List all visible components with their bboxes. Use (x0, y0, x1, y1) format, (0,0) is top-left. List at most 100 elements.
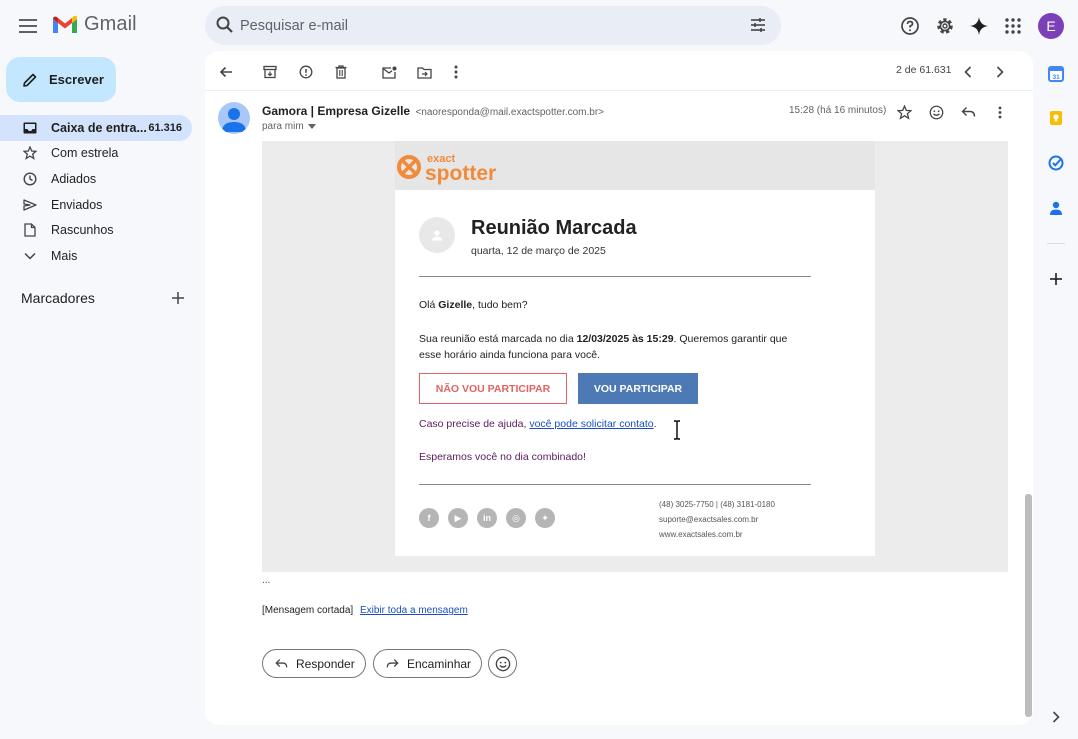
chevron-right-icon (996, 66, 1004, 78)
person-icon (432, 230, 442, 241)
reply-label: Responder (296, 656, 355, 671)
person-icon (222, 108, 246, 132)
more-actions-button[interactable] (445, 61, 467, 83)
linkedin-icon[interactable]: in (477, 508, 497, 528)
compose-button[interactable]: Escrever (6, 57, 116, 102)
inbox-icon (21, 119, 39, 137)
help-button[interactable] (897, 13, 923, 39)
back-button[interactable] (215, 61, 237, 83)
clock-icon (21, 170, 39, 188)
view-entire-message-link[interactable]: Exibir toda a mensagem (360, 605, 468, 616)
svg-text:31: 31 (1053, 74, 1061, 81)
contacts-icon (1050, 201, 1062, 215)
request-contact-link[interactable]: você pode solicitar contato (529, 418, 653, 430)
sidebar-item-sent[interactable]: Enviados (0, 192, 192, 218)
email-banner: exact spotter (395, 141, 875, 190)
tasks-app-button[interactable] (1045, 152, 1067, 174)
emoji-reaction-button[interactable] (488, 649, 517, 678)
sidebar-item-more[interactable]: Mais (0, 243, 192, 269)
youtube-icon[interactable]: ▶ (448, 508, 468, 528)
gemini-button[interactable] (966, 13, 992, 39)
send-icon (21, 196, 39, 214)
forward-footer-button[interactable]: Encaminhar (373, 649, 482, 678)
contacts-app-button[interactable] (1045, 197, 1067, 219)
sidebar-item-label: Caixa de entra... (51, 121, 147, 135)
newer-button[interactable] (957, 61, 979, 83)
get-addons-button[interactable] (1045, 268, 1067, 290)
sidebar-item-label: Com estrela (51, 146, 119, 160)
show-trimmed-content[interactable]: ... (262, 575, 270, 586)
star-icon (21, 144, 39, 162)
contact-phone: (48) 3025-7750 | (48) 3181-0180 (659, 500, 775, 509)
facebook-icon[interactable]: f (419, 508, 439, 528)
calendar-app-button[interactable]: 31 (1045, 63, 1067, 85)
pencil-icon (23, 73, 37, 87)
divider (419, 484, 811, 485)
reply-icon (275, 659, 288, 668)
message-view: 2 de 61.631 Gamora | Empresa Gizelle <na… (205, 51, 1033, 725)
chevron-left-icon (964, 66, 972, 78)
contact-website[interactable]: www.exactsales.com.br (659, 527, 775, 542)
gmail-logo[interactable]: Gmail (52, 13, 137, 36)
twitter-icon[interactable]: ✦ (535, 508, 555, 528)
report-spam-button[interactable] (295, 61, 317, 83)
greeting: Olá Gizelle, tudo bem? (419, 299, 528, 311)
meeting-title: Reunião Marcada (471, 217, 637, 239)
star-icon (896, 104, 912, 120)
settings-button[interactable] (932, 13, 958, 39)
main-menu-button[interactable] (14, 12, 42, 40)
mark-unread-icon (381, 66, 396, 79)
meeting-card: Reunião Marcada quarta, 12 de março de 2… (395, 190, 875, 556)
compose-label: Escrever (49, 72, 104, 87)
add-label-button[interactable] (170, 290, 186, 306)
instagram-icon[interactable]: ◎ (506, 508, 526, 528)
message-more-button[interactable] (990, 102, 1010, 122)
recipient-details[interactable]: para mim (262, 121, 316, 132)
search-icon[interactable] (215, 15, 235, 35)
account-avatar[interactable]: E (1038, 13, 1064, 39)
search-input[interactable] (240, 6, 720, 45)
meeting-date: quarta, 12 de março de 2025 (471, 245, 606, 257)
delete-button[interactable] (330, 61, 352, 83)
apps-button[interactable] (1000, 13, 1026, 39)
contact-avatar (419, 217, 455, 253)
reply-footer-button[interactable]: Responder (262, 649, 366, 678)
forward-label: Encaminhar (407, 656, 472, 671)
toolbar-divider (205, 90, 1033, 91)
sparkle-icon (970, 17, 988, 35)
sender-name[interactable]: Gamora | Empresa Gizelle (262, 104, 410, 118)
sidebar-item-inbox[interactable]: Caixa de entra... 61.316 (0, 115, 192, 141)
menu-icon (19, 19, 37, 33)
message-time: 15:28 (há 16 minutos) (789, 105, 887, 116)
keep-app-button[interactable] (1045, 107, 1067, 129)
accept-meeting-button[interactable]: VOU PARTICIPAR (578, 373, 698, 404)
arrow-left-icon (219, 66, 232, 78)
sidebar-item-starred[interactable]: Com estrela (0, 140, 192, 166)
sender-line: Gamora | Empresa Gizelle <naoresponda@ma… (262, 104, 604, 118)
sidebar-item-snoozed[interactable]: Adiados (0, 166, 192, 192)
top-bar: Gmail E (0, 0, 1078, 52)
mark-unread-button[interactable] (378, 61, 400, 83)
sidebar-item-drafts[interactable]: Rascunhos (0, 217, 192, 243)
contact-email[interactable]: suporte@exactsales.com.br (659, 512, 775, 527)
archive-icon (263, 65, 277, 79)
labels-heading: Marcadores (21, 290, 95, 306)
help-icon (901, 17, 919, 35)
plus-icon (1050, 273, 1062, 285)
hide-side-panel-button[interactable] (1045, 706, 1067, 728)
apps-grid-icon (1005, 18, 1021, 34)
plus-icon (172, 292, 184, 304)
add-reaction-button[interactable] (926, 102, 946, 122)
search-options-icon[interactable] (749, 16, 767, 34)
move-to-button[interactable] (413, 61, 435, 83)
reply-button[interactable] (958, 102, 978, 122)
older-button[interactable] (989, 61, 1011, 83)
star-button[interactable] (894, 102, 914, 122)
svg-text:spotter: spotter (425, 162, 496, 185)
tasks-icon (1048, 155, 1064, 171)
sender-avatar[interactable] (218, 102, 250, 134)
scrollbar-thumb[interactable] (1025, 494, 1032, 717)
search-bar[interactable] (205, 6, 781, 45)
decline-meeting-button[interactable]: NÃO VOU PARTICIPAR (419, 373, 567, 404)
archive-button[interactable] (259, 61, 281, 83)
